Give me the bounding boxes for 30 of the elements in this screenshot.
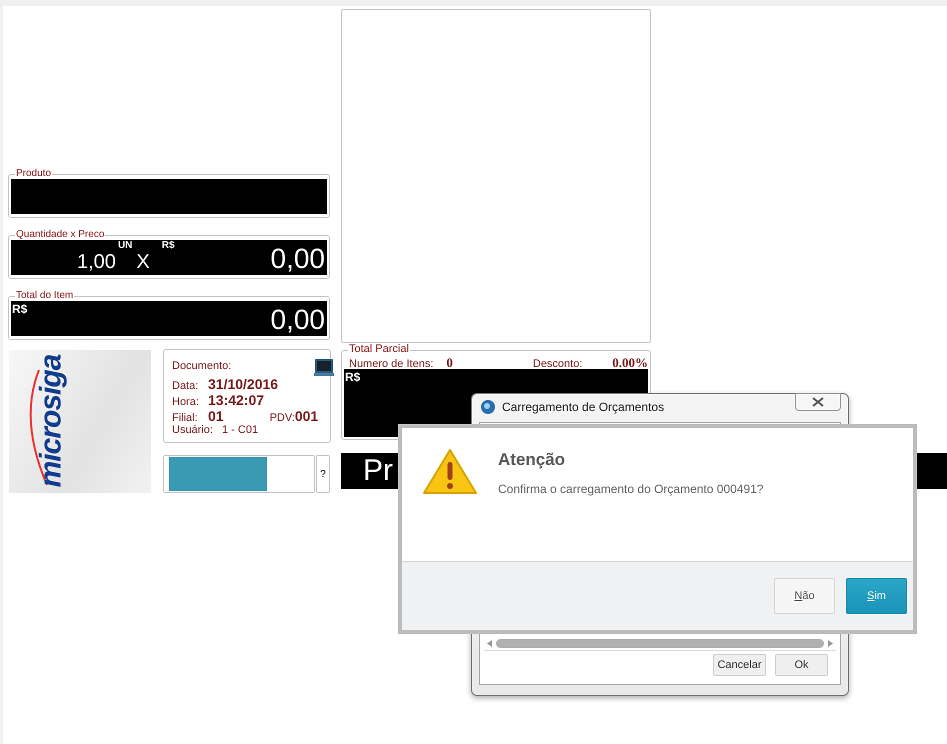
info-label: Filial: bbox=[172, 412, 199, 424]
items-label: Numero de Itens: bbox=[349, 358, 434, 370]
info-label: Documento: bbox=[172, 360, 232, 372]
panel-title: Total Parcial bbox=[348, 344, 410, 355]
info-value: 31/10/2016 bbox=[208, 376, 278, 392]
info-value: 001 bbox=[294, 408, 318, 424]
quantity-value: 1,00 bbox=[77, 250, 116, 275]
item-total-value: 0,00 bbox=[270, 304, 326, 336]
info-label: PDV: bbox=[270, 412, 295, 424]
info-value: 13:42:07 bbox=[208, 392, 264, 408]
unit-label: UN bbox=[118, 240, 132, 252]
discount-value: 0.00% bbox=[612, 355, 648, 371]
field-label: Quantidade x Preco bbox=[15, 229, 106, 240]
currency-label: R$ bbox=[162, 240, 175, 252]
info-value: 1 - C01 bbox=[222, 424, 258, 436]
window-title: Carregamento de Orçamentos bbox=[502, 400, 664, 414]
items-value: 0 bbox=[446, 355, 453, 371]
alert-title: Atenção bbox=[498, 450, 566, 470]
info-label: Data: bbox=[172, 380, 200, 392]
info-label: Usuário: bbox=[172, 424, 214, 436]
logo: microsiga bbox=[9, 350, 151, 493]
currency-label: R$ bbox=[12, 302, 28, 316]
price-value: 0,00 bbox=[270, 243, 326, 275]
field-label: Produto bbox=[15, 168, 52, 179]
info-value: 01 bbox=[208, 408, 224, 424]
info-label: Hora: bbox=[172, 396, 200, 408]
field-label: Total do Item bbox=[15, 290, 74, 301]
times-sign: X bbox=[136, 250, 150, 275]
discount-label: Desconto: bbox=[532, 358, 582, 370]
currency-label: R$ bbox=[345, 370, 360, 384]
